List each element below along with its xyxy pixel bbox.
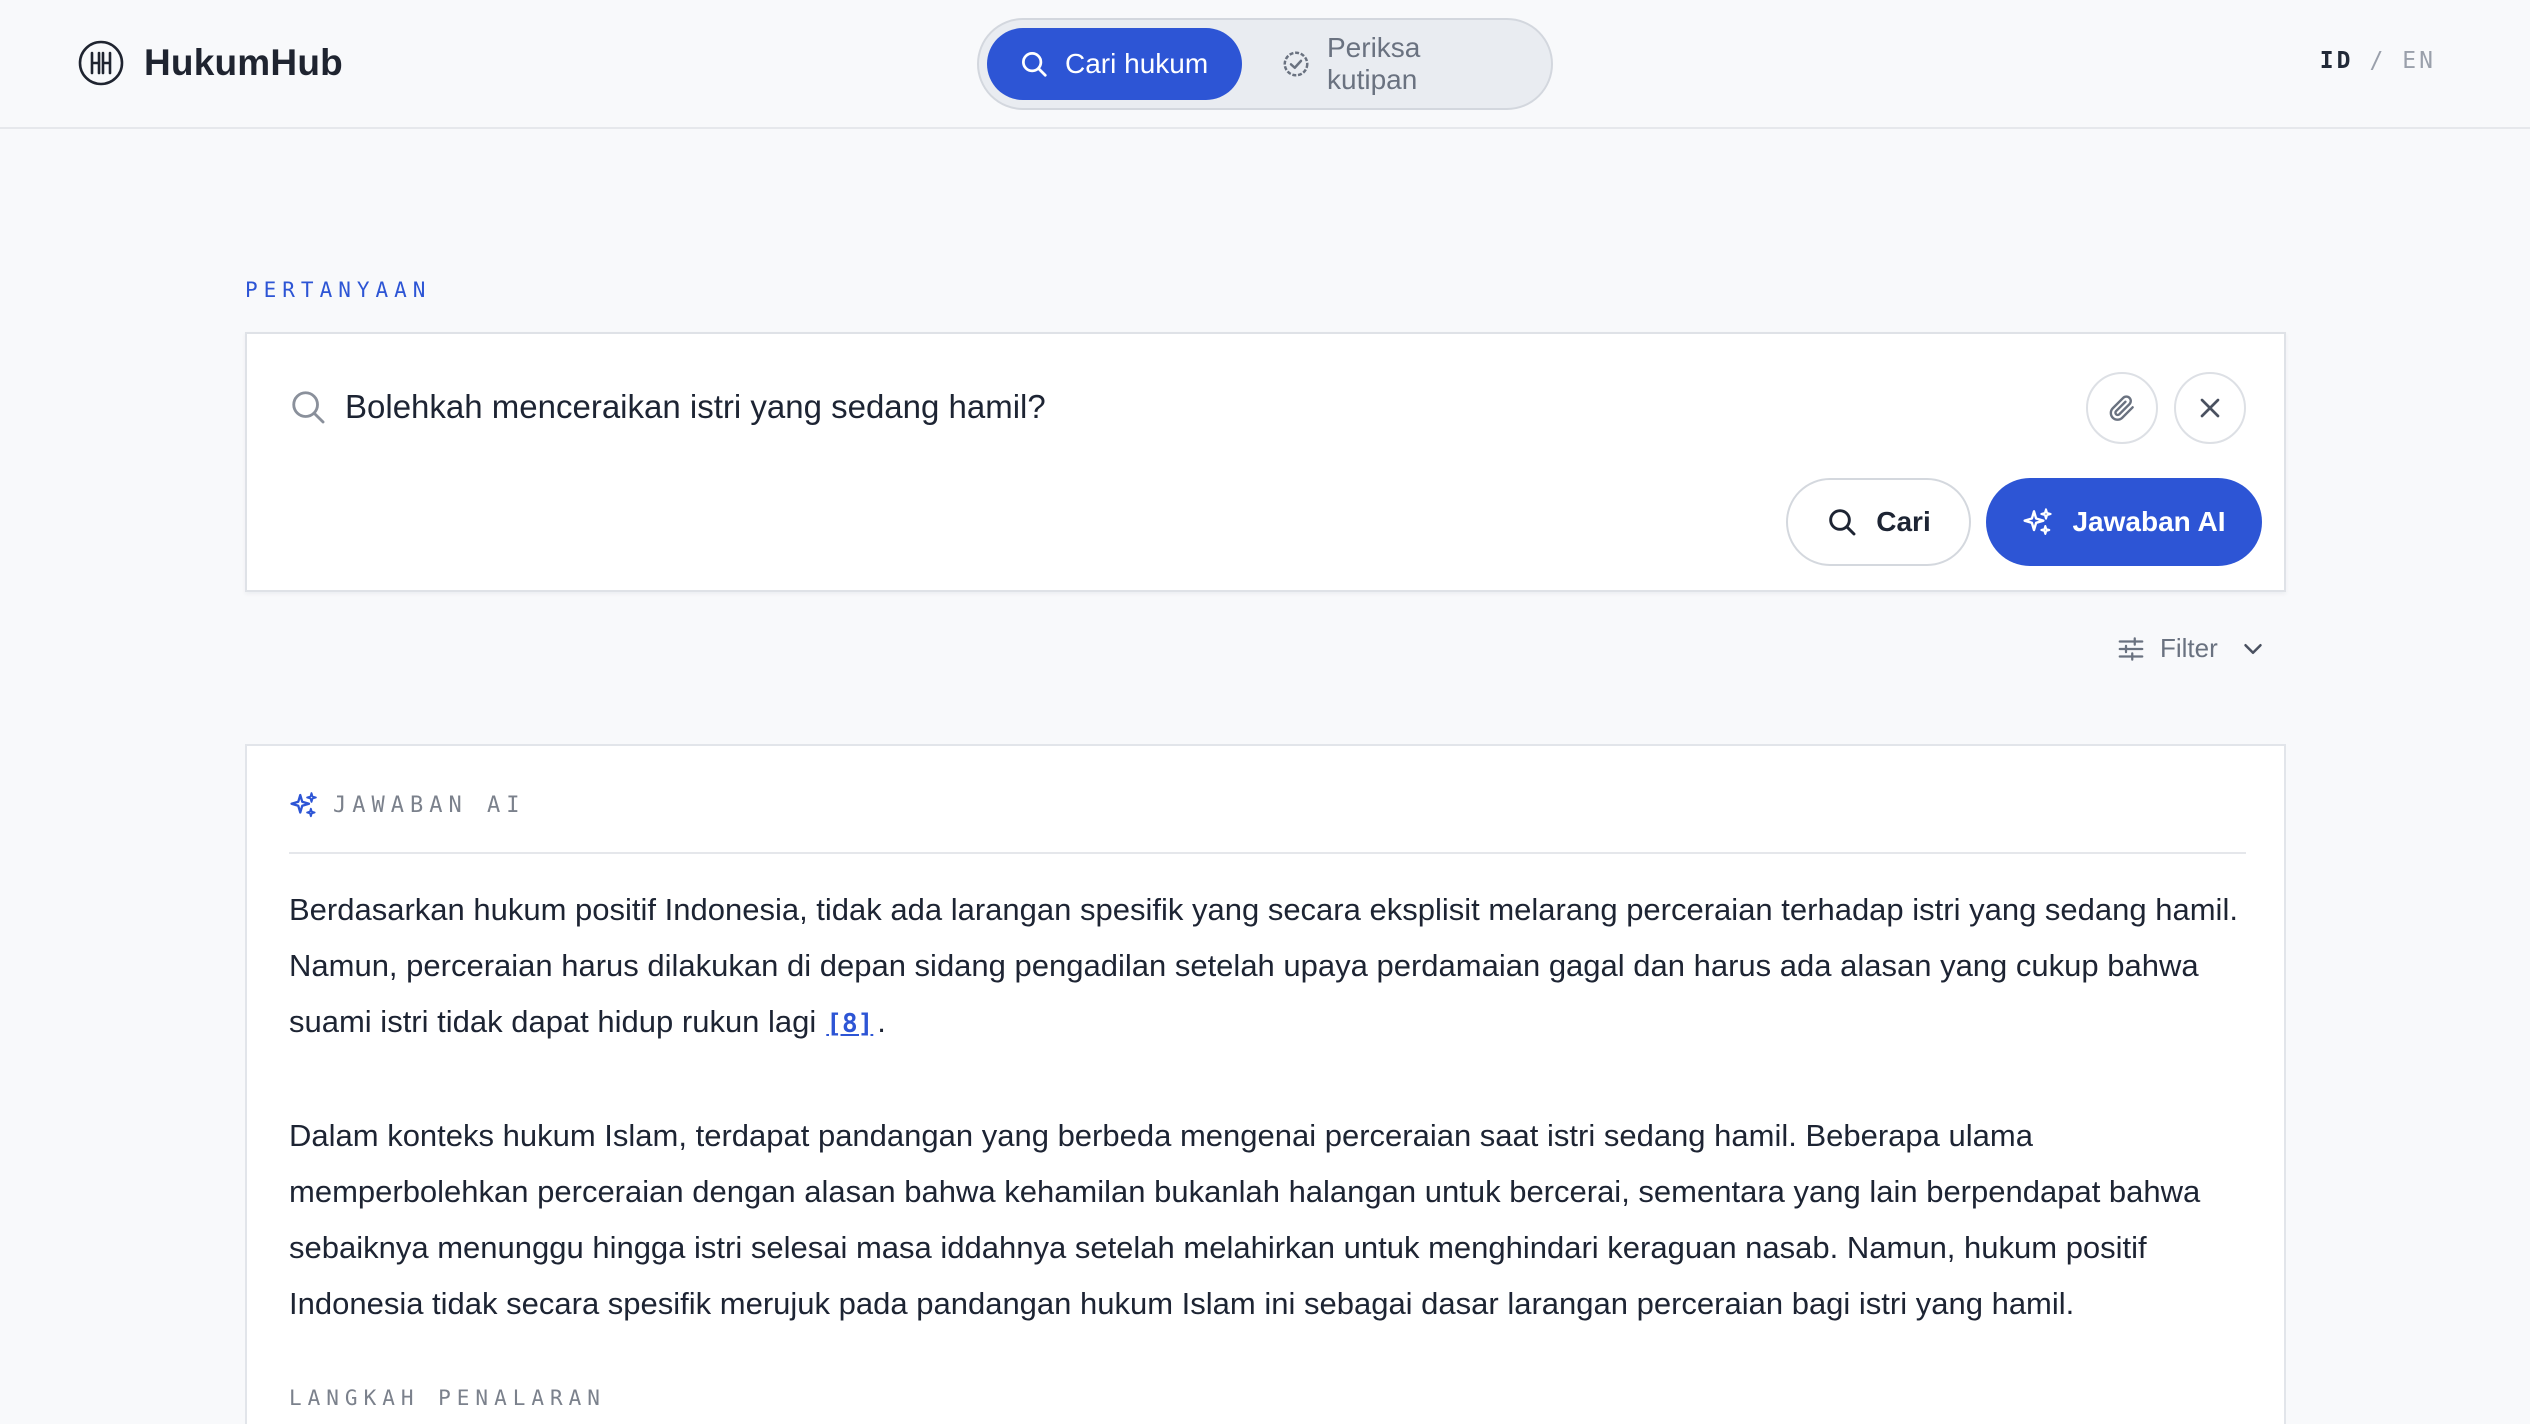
filter-label: Filter <box>2160 633 2218 663</box>
close-icon <box>2200 398 2220 418</box>
sliders-icon <box>2118 636 2144 661</box>
answer-paragraph-1-text: Berdasarkan hukum positif Indonesia, tid… <box>289 892 2238 1039</box>
citation-link[interactable]: [8] <box>826 1009 873 1039</box>
top-header: HukumHub Cari hukum Periksa kutipan ID / <box>0 0 2530 129</box>
answer-paragraph-1-end: . <box>877 1004 886 1039</box>
brand[interactable]: HukumHub <box>78 40 343 86</box>
app-page: HukumHub Cari hukum Periksa kutipan ID / <box>0 0 2530 1424</box>
search-input[interactable]: Bolehkah menceraikan istri yang sedang h… <box>345 388 1046 426</box>
answer-paragraph: Berdasarkan hukum positif Indonesia, tid… <box>289 882 2249 1052</box>
reasoning-steps-label[interactable]: LANGKAH PENALARAN <box>289 1386 606 1410</box>
chevron-down-icon <box>2244 643 2262 654</box>
sparkles-icon <box>2023 508 2053 535</box>
answer-paragraph: Dalam konteks hukum Islam, terdapat pand… <box>289 1118 2201 1321</box>
tab-cari-hukum-label: Cari hukum <box>1065 48 1209 79</box>
ai-answer-card: JAWABAN AI Berdasarkan hukum positif Ind… <box>245 744 2286 1424</box>
attach-button[interactable] <box>2086 372 2158 444</box>
lang-separator: / <box>2369 48 2387 74</box>
tab-periksa-kutipan[interactable]: Periksa kutipan <box>1249 28 1539 100</box>
ai-answer-header: JAWABAN AI <box>289 790 525 820</box>
filter-toggle[interactable]: Filter <box>2116 633 2268 664</box>
divider <box>289 852 2246 854</box>
ai-answer-button[interactable]: Jawaban AI <box>1986 478 2262 566</box>
search-icon <box>292 391 325 424</box>
search-icon <box>1022 52 1047 77</box>
search-button[interactable]: Cari <box>1786 478 1971 566</box>
brand-name: HukumHub <box>144 42 343 83</box>
lang-en[interactable]: EN <box>2402 48 2436 74</box>
question-section-label: PERTANYAAN <box>245 278 432 302</box>
hh-monogram-icon <box>78 40 124 86</box>
tab-periksa-kutipan-label: Periksa kutipan <box>1327 32 1421 95</box>
check-circle-icon <box>1283 51 1309 77</box>
ai-answer-button-label: Jawaban AI <box>2072 506 2226 537</box>
language-switcher: ID / EN <box>2320 48 2436 74</box>
ai-answer-label: JAWABAN AI <box>333 792 526 818</box>
mode-toggle: Cari hukum Periksa kutipan <box>977 18 1553 110</box>
answer-body: Berdasarkan hukum positif Indonesia, tid… <box>289 882 2249 1388</box>
search-button-label: Cari <box>1876 506 1931 537</box>
paperclip-icon <box>2109 395 2134 421</box>
clear-button[interactable] <box>2174 372 2246 444</box>
search-icon <box>1829 509 1856 536</box>
sparkles-icon <box>290 792 317 818</box>
lang-id[interactable]: ID <box>2320 48 2354 74</box>
search-card: Bolehkah menceraikan istri yang sedang h… <box>245 332 2286 592</box>
tab-cari-hukum[interactable]: Cari hukum <box>987 28 1242 100</box>
